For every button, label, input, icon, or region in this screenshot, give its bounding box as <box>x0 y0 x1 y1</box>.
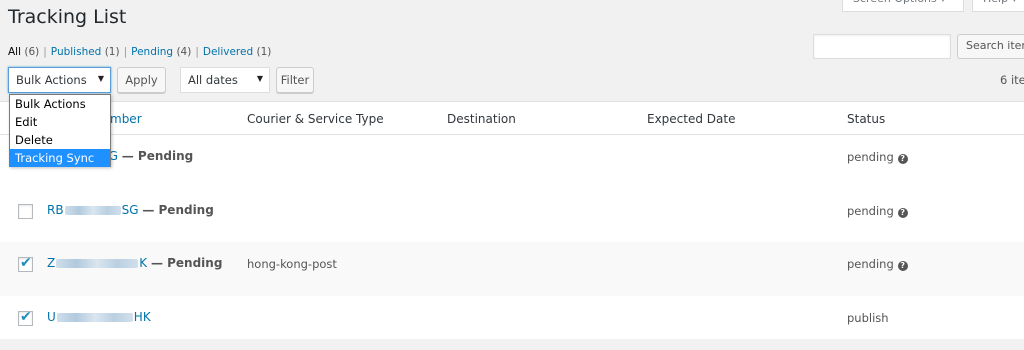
tracking-title[interactable]: ZK — Pending <box>47 256 222 270</box>
table-row: ✔ ZK — Pending hong-kong-post pending? <box>0 242 1024 296</box>
view-separator: | <box>195 46 199 58</box>
bulk-option-edit[interactable]: Edit <box>10 113 110 131</box>
view-pending-link[interactable]: Pending <box>131 46 173 58</box>
tracking-table: mber Courier & Service Type Destination … <box>0 101 1024 339</box>
row-checkbox[interactable] <box>18 204 33 219</box>
chevron-down-icon: ▼ <box>256 74 263 83</box>
bulk-actions-select[interactable]: Bulk Actions ▼ <box>8 67 111 93</box>
help-icon[interactable]: ? <box>897 208 908 218</box>
view-separator: | <box>43 46 47 58</box>
chevron-down-icon: ▼ <box>97 74 104 83</box>
view-filters: All (6) | Published (1) | Pending (4) | Delive… <box>8 46 271 58</box>
bulk-option-delete[interactable]: Delete <box>10 131 110 149</box>
table-header: mber Courier & Service Type Destination … <box>0 102 1024 135</box>
dates-select[interactable]: All dates ▼ <box>180 67 270 93</box>
view-delivered-count: (1) <box>256 46 272 58</box>
row-checkbox[interactable]: ✔ <box>18 255 33 272</box>
view-all-count: (6) <box>24 46 40 58</box>
view-published-link[interactable]: Published <box>51 46 102 58</box>
redacted-number <box>56 259 139 268</box>
bulk-option-tracking-sync[interactable]: Tracking Sync <box>10 149 110 167</box>
column-expected-date: Expected Date <box>647 112 736 126</box>
bulk-actions-dropdown: Bulk Actions Edit Delete Tracking Sync <box>9 94 111 167</box>
column-status: Status <box>847 112 886 126</box>
filter-button[interactable]: Filter <box>276 67 314 93</box>
page-title: Tracking List <box>8 6 127 28</box>
column-destination: Destination <box>447 112 516 126</box>
table-row: RB SG — Pending pending? <box>0 189 1024 243</box>
tracking-number-link[interactable]: U HK <box>47 310 151 324</box>
column-tracking-number[interactable]: mber <box>110 112 142 126</box>
post-state: — Pending <box>121 149 194 163</box>
redacted-number <box>64 206 121 215</box>
check-icon: ✔ <box>20 309 32 325</box>
table-row: ✔ U HK publish <box>0 296 1024 350</box>
tracking-number-link[interactable]: ZK <box>47 256 147 270</box>
bulk-option-bulk-actions[interactable]: Bulk Actions <box>10 95 110 113</box>
redacted-number <box>56 313 133 322</box>
search-items-button[interactable]: Search items <box>957 34 1024 59</box>
dates-value: All dates <box>188 73 238 87</box>
post-state: — Pending <box>142 203 214 217</box>
post-state: — Pending <box>150 256 223 270</box>
row-checkbox[interactable]: ✔ <box>18 309 33 326</box>
help-icon[interactable]: ? <box>897 261 908 271</box>
status-cell: publish <box>847 311 889 325</box>
status-cell: pending? <box>847 257 908 271</box>
search-input[interactable] <box>813 34 951 59</box>
item-count: 6 items <box>1000 73 1024 87</box>
view-separator: | <box>123 46 128 58</box>
view-delivered-link[interactable]: Delivered <box>203 46 253 58</box>
bulk-actions-value: Bulk Actions <box>16 73 87 87</box>
apply-button[interactable]: Apply <box>117 67 166 93</box>
screen-options-tab[interactable]: Screen Options ▾ <box>842 0 964 12</box>
status-cell: pending? <box>847 204 908 218</box>
view-published-count: (1) <box>104 46 120 58</box>
status-cell: pending? <box>847 150 908 164</box>
view-all-link[interactable]: All <box>8 46 21 58</box>
check-icon: ✔ <box>20 255 32 271</box>
tracking-title[interactable]: U HK <box>47 310 151 324</box>
help-icon[interactable]: ? <box>897 154 908 164</box>
table-row: SG — Pending pending? <box>0 135 1024 189</box>
courier-cell: hong-kong-post <box>247 257 337 271</box>
column-courier: Courier & Service Type <box>247 112 384 126</box>
tracking-number-link[interactable]: RB SG <box>47 203 139 217</box>
view-pending-count: (4) <box>176 46 192 58</box>
help-tab[interactable]: Help ▾ <box>972 0 1024 12</box>
tracking-title[interactable]: RB SG — Pending <box>47 203 214 217</box>
